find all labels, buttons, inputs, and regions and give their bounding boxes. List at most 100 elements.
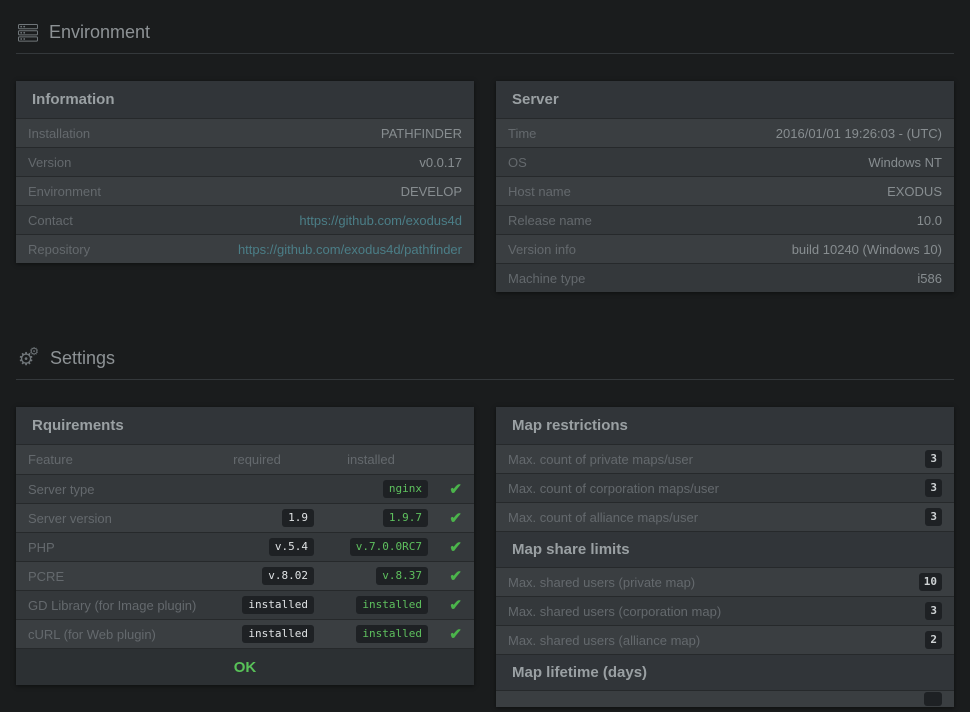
info-row-installation: Installation PATHFINDER [16,118,474,147]
required-version-badge: installed [242,596,314,614]
installed-cell: 1.9.7 [314,509,428,527]
feature-label: Server type [28,482,200,497]
row-label: Installation [28,126,90,141]
row-label: Max. shared users (private map) [508,575,695,590]
feature-label: GD Library (for Image plugin) [28,598,200,613]
row-label: Repository [28,242,90,257]
requirement-row-server-type: Server type nginx ✔ [16,474,474,503]
map-row-private-maps: Max. count of private maps/user 3 [496,444,954,473]
row-value: DEVELOP [401,184,462,199]
value-badge: 3 [925,602,942,619]
value-badge [924,692,942,706]
ok-button[interactable]: OK [16,648,474,685]
server-row-os: OS Windows NT [496,147,954,176]
installed-cell: v.8.37 [314,567,428,585]
server-row-release: Release name 10.0 [496,205,954,234]
environment-section: Environment Information Installation PAT… [16,0,954,292]
map-row-shared-alliance: Max. shared users (alliance map) 2 [496,625,954,654]
check-icon: ✔ [449,596,462,614]
installed-version-badge: nginx [383,480,428,498]
map-row-alliance-maps: Max. count of alliance maps/user 3 [496,502,954,531]
installed-version-badge: installed [356,625,428,643]
map-restrictions-panel-title: Map restrictions [512,417,628,434]
column-header-feature: Feature [28,452,200,467]
row-label: Max. count of private maps/user [508,452,693,467]
server-panel: Server Time 2016/01/01 19:26:03 - (UTC) … [496,81,954,292]
map-lifetime-header: Map lifetime (days) [496,654,954,690]
required-version-badge: v.5.4 [269,538,314,556]
information-panel: Information Installation PATHFINDER Vers… [16,81,474,263]
settings-section-title: Settings [50,348,115,369]
check-cell: ✔ [428,596,462,614]
section-divider [16,53,954,54]
check-icon: ✔ [449,567,462,585]
info-row-environment: Environment DEVELOP [16,176,474,205]
required-cell: installed [200,596,314,614]
requirement-row-server-version: Server version 1.9 1.9.7 ✔ [16,503,474,532]
requirements-panel-header: Rquirements [16,407,474,444]
feature-label: Server version [28,511,200,526]
value-badge: 10 [919,573,942,590]
check-cell: ✔ [428,567,462,585]
environment-section-header: Environment [16,0,954,53]
server-row-versioninfo: Version info build 10240 (Windows 10) [496,234,954,263]
row-value: i586 [917,271,942,286]
row-label: OS [508,155,527,170]
row-value: Windows NT [868,155,942,170]
row-label: Version [28,155,71,170]
feature-label: cURL (for Web plugin) [28,627,200,642]
environment-panels: Information Installation PATHFINDER Vers… [16,81,954,292]
installed-version-badge: 1.9.7 [383,509,428,527]
required-cell: 1.9 [200,509,314,527]
contact-link[interactable]: https://github.com/exodus4d [299,213,462,228]
row-label: Max. count of corporation maps/user [508,481,719,496]
row-label: Version info [508,242,576,257]
requirements-table-header: Feature required installed [16,444,474,474]
info-row-contact: Contact https://github.com/exodus4d [16,205,474,234]
check-icon: ✔ [449,538,462,556]
map-row-shared-corporation: Max. shared users (corporation map) 3 [496,596,954,625]
server-panel-header: Server [496,81,954,118]
required-cell: v.5.4 [200,538,314,556]
info-row-repository: Repository https://github.com/exodus4d/p… [16,234,474,263]
row-label: Max. count of alliance maps/user [508,510,698,525]
server-row-machinetype: Machine type i586 [496,263,954,292]
column-header-required: required [200,452,314,467]
server-stack-icon [18,24,38,42]
feature-label: PHP [28,540,200,555]
requirements-panel-title: Rquirements [32,417,124,434]
map-restrictions-panel: Map restrictions Max. count of private m… [496,407,954,707]
installed-cell: installed [314,625,428,643]
map-share-limits-title: Map share limits [512,541,630,558]
environment-section-title: Environment [49,22,150,43]
row-value: build 10240 (Windows 10) [792,242,942,257]
server-row-hostname: Host name EXODUS [496,176,954,205]
settings-section-header: ⚙⚙ Settings [16,292,954,379]
required-cell: installed [200,625,314,643]
installed-cell: installed [314,596,428,614]
row-value: 10.0 [917,213,942,228]
required-cell: v.8.02 [200,567,314,585]
requirement-row-pcre: PCRE v.8.02 v.8.37 ✔ [16,561,474,590]
row-label: Max. shared users (corporation map) [508,604,721,619]
value-badge: 3 [925,450,942,467]
check-cell: ✔ [428,625,462,643]
requirement-row-php: PHP v.5.4 v.7.0.0RC7 ✔ [16,532,474,561]
value-badge: 3 [925,479,942,496]
feature-label: PCRE [28,569,200,584]
map-row-shared-private: Max. shared users (private map) 10 [496,567,954,596]
check-cell: ✔ [428,509,462,527]
gear-small-icon: ⚙ [29,347,39,358]
requirement-row-curl: cURL (for Web plugin) installed installe… [16,619,474,648]
repository-link[interactable]: https://github.com/exodus4d/pathfinder [238,242,462,257]
row-label: Environment [28,184,101,199]
required-version-badge: 1.9 [282,509,314,527]
gears-icon: ⚙⚙ [18,350,39,368]
row-value: v0.0.17 [419,155,462,170]
section-divider [16,379,954,380]
check-icon: ✔ [449,480,462,498]
required-version-badge: installed [242,625,314,643]
row-label: Max. shared users (alliance map) [508,633,700,648]
installed-version-badge: installed [356,596,428,614]
row-value: EXODUS [887,184,942,199]
